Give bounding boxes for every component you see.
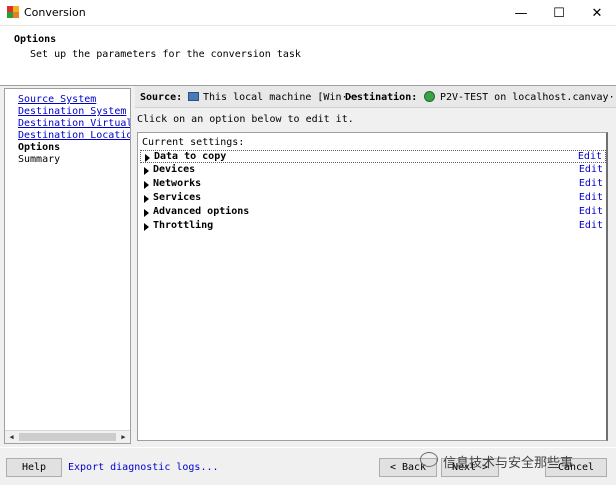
settings-heading: Current settings: [142,137,245,148]
expand-arrow-icon[interactable] [145,154,150,162]
expand-arrow-icon[interactable] [144,223,149,231]
setting-row-data-to-copy[interactable]: Data to copy Edit [140,150,606,163]
setting-name: Throttling [153,220,214,231]
close-button[interactable]: ✕ [578,0,616,26]
nav-item-destination-location[interactable]: Destination Location [18,130,130,141]
window-title: Conversion [24,6,86,19]
maximize-button[interactable]: ☐ [540,0,578,26]
source-value: This local machine [Win··· [203,92,360,103]
scroll-thumb[interactable] [19,433,116,441]
current-settings-panel: Current settings: Data to copy Edit Devi… [137,132,608,441]
scroll-right-arrow-icon[interactable]: ▶ [117,431,130,443]
wizard-header: Options Set up the parameters for the co… [0,26,616,86]
expand-arrow-icon[interactable] [144,209,149,217]
setting-name: Advanced options [153,206,250,217]
setting-name: Data to copy [154,151,227,162]
edit-link[interactable]: Edit [579,220,603,231]
source-label: Source: [140,92,183,103]
setting-name: Services [153,192,202,203]
nav-item-destination-virtual-machine[interactable]: Destination Virtual M [18,118,130,129]
setting-row-services[interactable]: Services Edit [140,192,606,205]
watermark-text: 信息技术与安全那些事 [443,456,574,471]
nav-item-options: Options [18,142,61,153]
help-button[interactable]: Help [6,458,62,477]
edit-link[interactable]: Edit [579,206,603,217]
vm-host-icon [424,91,435,102]
page-subtitle: Set up the parameters for the conversion… [30,49,301,60]
expand-arrow-icon[interactable] [144,181,149,189]
nav-item-summary: Summary [18,154,61,165]
minimize-button[interactable]: — [502,0,540,26]
setting-row-networks[interactable]: Networks Edit [140,178,606,191]
setting-name: Devices [153,164,196,175]
expand-arrow-icon[interactable] [144,167,149,175]
scroll-left-arrow-icon[interactable]: ◀ [5,431,18,443]
edit-link[interactable]: Edit [579,178,603,189]
export-diagnostic-logs-link[interactable]: Export diagnostic logs... [68,462,219,473]
setting-name: Networks [153,178,202,189]
edit-link[interactable]: Edit [579,164,603,175]
edit-hint: Click on an option below to edit it. [137,114,354,125]
computer-icon [188,92,199,101]
wizard-steps-nav: Source System Destination System Destina… [4,88,131,444]
page-title: Options [14,34,57,45]
setting-row-devices[interactable]: Devices Edit [140,164,606,177]
expand-arrow-icon[interactable] [144,195,149,203]
nav-horizontal-scrollbar[interactable]: ◀ ▶ [5,430,130,443]
watermark: 信息技术与安全那些事 [418,449,614,471]
setting-row-throttling[interactable]: Throttling Edit [140,220,606,233]
destination-label: Destination: [345,92,418,103]
setting-row-advanced-options[interactable]: Advanced options Edit [140,206,606,219]
edit-link[interactable]: Edit [578,151,602,162]
app-icon [7,6,19,18]
nav-item-source-system[interactable]: Source System [18,94,96,105]
destination-value: P2V-TEST on localhost.canvay··· [440,92,616,103]
chat-bubble-icon [420,452,438,467]
title-bar: Conversion — ☐ ✕ [0,0,616,26]
source-destination-bar: Source: This local machine [Win··· Desti… [135,86,616,108]
edit-link[interactable]: Edit [579,192,603,203]
nav-item-destination-system[interactable]: Destination System [18,106,126,117]
